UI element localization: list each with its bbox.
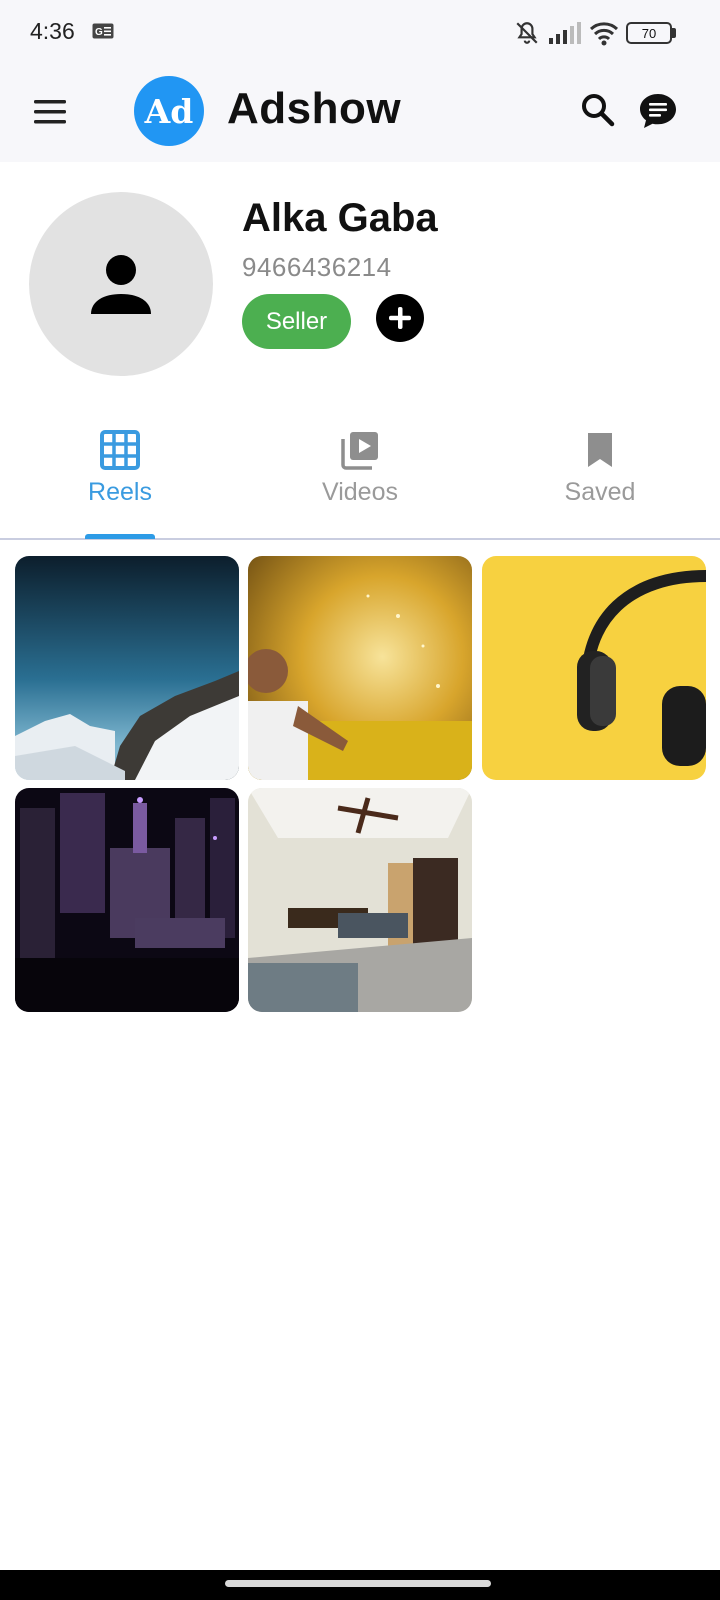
plus-icon — [389, 307, 411, 329]
system-nav-bar — [0, 1570, 720, 1600]
svg-text:G: G — [95, 27, 103, 38]
battery-level: 70 — [641, 25, 657, 41]
video-library-icon — [341, 432, 378, 470]
bookmark-icon — [588, 433, 612, 467]
avatar[interactable] — [29, 192, 213, 376]
tab-label: Saved — [564, 478, 636, 506]
signal-icon — [549, 22, 581, 44]
search-icon[interactable] — [578, 90, 618, 130]
wifi-icon — [589, 22, 619, 46]
headphones-image — [482, 556, 706, 780]
tab-reels[interactable]: Reels — [0, 420, 240, 539]
app-logo: Ad — [134, 76, 204, 146]
g-notification-icon: G — [92, 23, 114, 39]
tab-label: Videos — [322, 478, 398, 506]
battery-nub — [672, 28, 676, 38]
status-time: 4:36 — [30, 18, 75, 44]
menu-icon[interactable] — [30, 92, 70, 132]
add-button[interactable] — [376, 294, 424, 342]
bell-off-icon — [516, 22, 538, 44]
profile-tabs: Reels Videos Saved — [0, 420, 720, 539]
tab-saved[interactable]: Saved — [480, 420, 720, 539]
home-indicator[interactable] — [225, 1580, 491, 1587]
reel-thumbnail-city[interactable] — [15, 788, 239, 1012]
city-night-image — [15, 788, 239, 1012]
profile-phone: 9466436214 — [242, 252, 392, 282]
mountain-image — [15, 556, 239, 780]
tab-active-indicator — [85, 534, 155, 539]
chat-icon[interactable] — [637, 90, 679, 132]
profile-name: Alka Gaba — [242, 196, 438, 240]
child-splash-image — [248, 556, 472, 780]
battery-icon: 70 — [626, 22, 672, 44]
reel-thumbnail-splash[interactable] — [248, 556, 472, 780]
grid-icon — [100, 430, 140, 470]
app-bar: Ad Adshow — [0, 62, 720, 162]
reel-thumbnail-bedroom[interactable] — [248, 788, 472, 1012]
bedroom-image — [248, 788, 472, 1012]
status-bar: 4:36 G 70 — [0, 0, 720, 62]
app-title: Adshow — [227, 84, 402, 133]
tab-label: Reels — [88, 478, 152, 506]
tab-videos[interactable]: Videos — [240, 420, 480, 539]
reel-thumbnail-mountain[interactable] — [15, 556, 239, 780]
seller-badge[interactable]: Seller — [242, 294, 351, 349]
reel-thumbnail-headphones[interactable] — [482, 556, 706, 780]
person-icon — [91, 255, 151, 314]
